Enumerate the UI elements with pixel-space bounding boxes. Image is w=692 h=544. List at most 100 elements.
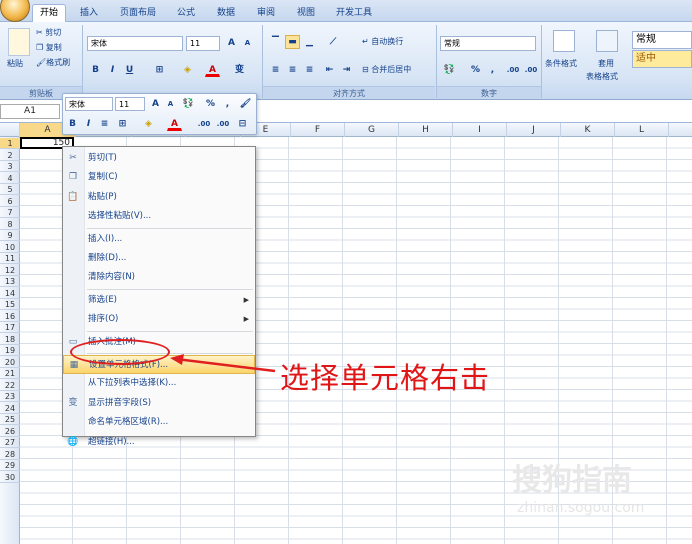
- row-header[interactable]: 18: [0, 334, 20, 345]
- mini-increase-decimal-button[interactable]: .00: [195, 117, 213, 131]
- align-left-icon[interactable]: ≡: [268, 63, 283, 77]
- mini-border-icon[interactable]: ⊞: [115, 117, 130, 131]
- tab-formulas[interactable]: 公式: [171, 5, 201, 22]
- cell-style-neutral[interactable]: 适中: [632, 50, 692, 68]
- italic-button[interactable]: I: [105, 63, 120, 77]
- row-header[interactable]: 5: [0, 184, 20, 195]
- align-middle-icon[interactable]: ▬: [285, 35, 300, 49]
- mini-shrink-font-icon[interactable]: A: [163, 97, 178, 111]
- decrease-indent-icon[interactable]: ⇤: [322, 63, 337, 77]
- font-name-select[interactable]: 宋体: [87, 36, 183, 51]
- mini-size-select[interactable]: 11: [115, 97, 145, 111]
- row-header[interactable]: 25: [0, 414, 20, 425]
- increase-indent-icon[interactable]: ⇥: [339, 63, 354, 77]
- table-format-icon[interactable]: [596, 30, 618, 52]
- copy-button[interactable]: ❐ 复制: [36, 42, 62, 53]
- font-color-button[interactable]: A: [205, 63, 220, 77]
- row-header[interactable]: 14: [0, 288, 20, 299]
- mini-bold-button[interactable]: B: [65, 117, 80, 131]
- mini-fill-color-icon[interactable]: ◈: [141, 117, 156, 131]
- phonetic-button[interactable]: 变: [232, 63, 247, 77]
- row-header[interactable]: 27: [0, 437, 20, 448]
- grow-font-button[interactable]: A: [224, 36, 239, 50]
- menu-item[interactable]: 📋 粘贴(P): [63, 188, 255, 207]
- row-header[interactable]: 21: [0, 368, 20, 379]
- cut-button[interactable]: ✂ 剪切: [36, 27, 61, 38]
- tab-page-layout[interactable]: 页面布局: [115, 5, 161, 22]
- decrease-decimal-button[interactable]: .00: [522, 63, 540, 77]
- table-format-button[interactable]: 套用: [598, 58, 614, 69]
- row-header[interactable]: 17: [0, 322, 20, 333]
- column-header[interactable]: H: [399, 123, 453, 137]
- row-header[interactable]: 15: [0, 299, 20, 310]
- row-header[interactable]: 28: [0, 449, 20, 460]
- row-header[interactable]: 7: [0, 207, 20, 218]
- menu-item[interactable]: 排序(O) ▶: [63, 310, 255, 329]
- row-header[interactable]: 30: [0, 472, 20, 483]
- mini-merge-icon[interactable]: ⊟: [235, 117, 250, 131]
- underline-button[interactable]: U: [122, 63, 137, 77]
- border-icon[interactable]: ⊞: [152, 63, 167, 77]
- column-header[interactable]: J: [507, 123, 561, 137]
- conditional-format-button[interactable]: 条件格式: [545, 58, 577, 69]
- row-header[interactable]: 6: [0, 196, 20, 207]
- format-painter-button[interactable]: 🖌格式刷: [36, 57, 70, 68]
- mini-font-select[interactable]: 宋体: [65, 97, 113, 111]
- mini-format-painter-icon[interactable]: 🖌: [238, 97, 253, 111]
- row-header[interactable]: 2: [0, 150, 20, 161]
- percent-button[interactable]: %: [468, 63, 483, 77]
- mini-comma-button[interactable]: ,: [220, 97, 235, 111]
- menu-item[interactable]: 筛选(E) ▶: [63, 291, 255, 310]
- menu-item[interactable]: ✂ 剪切(T): [63, 149, 255, 168]
- column-header[interactable]: G: [345, 123, 399, 137]
- merge-center-button[interactable]: ⊟ 合并后居中: [362, 64, 411, 75]
- column-header[interactable]: I: [453, 123, 507, 137]
- select-all-corner[interactable]: [0, 123, 20, 137]
- row-header[interactable]: 19: [0, 345, 20, 356]
- mini-decrease-decimal-button[interactable]: .00: [214, 117, 232, 131]
- shrink-font-button[interactable]: A: [240, 36, 255, 50]
- column-header[interactable]: F: [291, 123, 345, 137]
- column-header[interactable]: L: [615, 123, 669, 137]
- row-header[interactable]: 8: [0, 219, 20, 230]
- font-size-select[interactable]: 11: [186, 36, 220, 51]
- name-box[interactable]: A1: [0, 104, 60, 119]
- menu-item[interactable]: 删除(D)...: [63, 249, 255, 268]
- fill-color-icon[interactable]: ◈: [180, 63, 195, 77]
- menu-item[interactable]: 插入(I)...: [63, 230, 255, 249]
- align-top-icon[interactable]: ▔: [268, 35, 283, 49]
- menu-item[interactable]: 从下拉列表中选择(K)...: [63, 374, 255, 393]
- row-header[interactable]: 16: [0, 311, 20, 322]
- increase-decimal-button[interactable]: .00: [504, 63, 522, 77]
- bold-button[interactable]: B: [88, 63, 103, 77]
- row-header[interactable]: 29: [0, 460, 20, 471]
- menu-item[interactable]: 命名单元格区域(R)...: [63, 413, 255, 432]
- menu-item[interactable]: 变显示拼音字段(S): [63, 394, 255, 413]
- office-button[interactable]: [0, 0, 30, 22]
- row-header[interactable]: 24: [0, 403, 20, 414]
- tab-view[interactable]: 视图: [291, 5, 321, 22]
- row-header[interactable]: 26: [0, 426, 20, 437]
- row-header[interactable]: 13: [0, 276, 20, 287]
- currency-icon[interactable]: 💱: [442, 63, 457, 77]
- row-header[interactable]: 11: [0, 253, 20, 264]
- row-header[interactable]: 1: [0, 138, 20, 149]
- tab-developer[interactable]: 开发工具: [331, 5, 377, 22]
- menu-item[interactable]: 选择性粘贴(V)...: [63, 207, 255, 226]
- row-header[interactable]: 10: [0, 242, 20, 253]
- row-header[interactable]: 20: [0, 357, 20, 368]
- conditional-format-icon[interactable]: [553, 30, 575, 52]
- column-header[interactable]: K: [561, 123, 615, 137]
- mini-font-color-icon[interactable]: A: [167, 117, 182, 131]
- align-right-icon[interactable]: ≡: [302, 63, 317, 77]
- wrap-text-button[interactable]: ↵ 自动换行: [362, 36, 403, 47]
- mini-align-center-button[interactable]: ≡: [97, 117, 112, 131]
- align-bottom-icon[interactable]: ▁: [302, 35, 317, 49]
- menu-item[interactable]: ❐ 复制(C): [63, 168, 255, 187]
- mini-currency-icon[interactable]: 💱: [181, 97, 196, 111]
- mini-percent-button[interactable]: %: [203, 97, 218, 111]
- cell-style-normal[interactable]: 常规: [632, 31, 692, 49]
- row-header[interactable]: 12: [0, 265, 20, 276]
- paste-icon[interactable]: [8, 28, 30, 56]
- row-header[interactable]: 3: [0, 161, 20, 172]
